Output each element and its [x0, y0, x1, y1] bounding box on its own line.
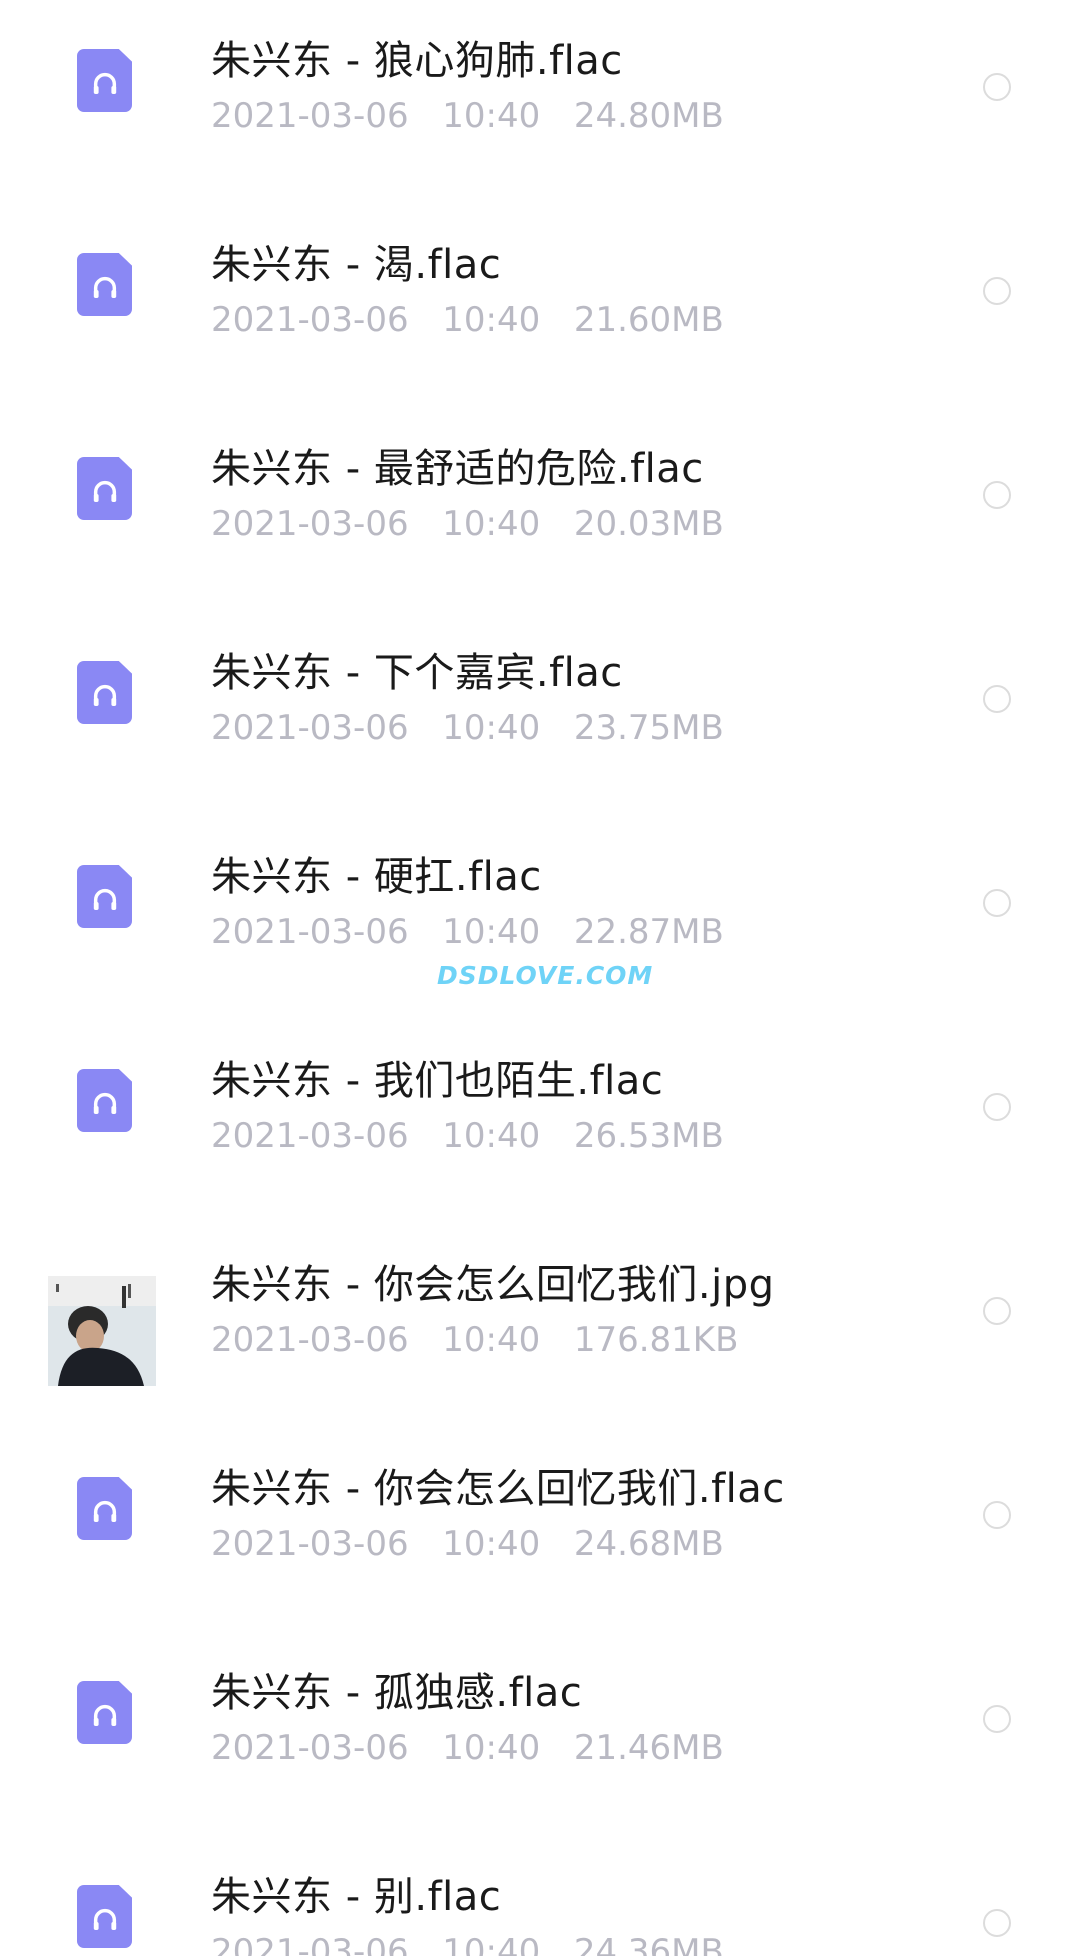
- file-meta: 2021-03-06 10:40 24.80MB: [211, 96, 724, 136]
- file-size: 176.81KB: [573, 1320, 739, 1360]
- file-date: 2021-03-06: [211, 1116, 409, 1156]
- file-name: 朱兴东 - 最舒适的危险.flac: [211, 446, 704, 492]
- select-radio[interactable]: [983, 277, 1011, 305]
- headphones-icon: [89, 266, 121, 304]
- file-time: 10:40: [442, 912, 541, 952]
- file-size: 23.75MB: [573, 708, 724, 748]
- file-row[interactable]: 朱兴东 - 你会怎么回忆我们.jpg 2021-03-06 10:40 176.8…: [0, 1224, 1080, 1428]
- select-radio[interactable]: [983, 73, 1011, 101]
- file-name: 朱兴东 - 孤独感.flac: [211, 1670, 583, 1716]
- file-time: 10:40: [442, 96, 541, 136]
- file-name: 朱兴东 - 别.flac: [211, 1874, 502, 1920]
- file-row[interactable]: 朱兴东 - 下个嘉宾.flac 2021-03-06 10:40 23.75MB: [0, 612, 1080, 816]
- headphones-icon: [89, 878, 121, 916]
- file-size: 26.53MB: [573, 1116, 724, 1156]
- file-size: 21.46MB: [573, 1728, 724, 1768]
- audio-file-icon: [77, 49, 132, 112]
- file-time: 10:40: [442, 1524, 541, 1564]
- select-radio[interactable]: [983, 1093, 1011, 1121]
- file-date: 2021-03-06: [211, 708, 409, 748]
- album-cover-thumbnail: [48, 1276, 156, 1386]
- headphones-icon: [89, 470, 121, 508]
- file-row[interactable]: 朱兴东 - 渴.flac 2021-03-06 10:40 21.60MB: [0, 204, 1080, 408]
- file-date: 2021-03-06: [211, 300, 409, 340]
- file-name: 朱兴东 - 你会怎么回忆我们.jpg: [211, 1262, 775, 1308]
- file-meta: 2021-03-06 10:40 20.03MB: [211, 504, 724, 544]
- headphones-icon: [89, 1694, 121, 1732]
- file-meta: 2021-03-06 10:40 24.68MB: [211, 1524, 724, 1564]
- audio-file-icon: [77, 865, 132, 928]
- file-date: 2021-03-06: [211, 504, 409, 544]
- file-meta: 2021-03-06 10:40 176.81KB: [211, 1320, 738, 1360]
- file-name: 朱兴东 - 我们也陌生.flac: [211, 1058, 664, 1104]
- file-name: 朱兴东 - 硬扛.flac: [211, 854, 542, 900]
- file-meta: 2021-03-06 10:40 23.75MB: [211, 708, 724, 748]
- file-name: 朱兴东 - 狼心狗肺.flac: [211, 38, 623, 84]
- file-date: 2021-03-06: [211, 1728, 409, 1768]
- watermark: DSDLOVE.COM: [437, 961, 654, 990]
- file-time: 10:40: [442, 504, 541, 544]
- file-meta: 2021-03-06 10:40 26.53MB: [211, 1116, 724, 1156]
- file-time: 10:40: [442, 1932, 541, 1956]
- select-radio[interactable]: [983, 889, 1011, 917]
- audio-file-icon: [77, 253, 132, 316]
- audio-file-icon: [77, 1069, 132, 1132]
- headphones-icon: [89, 674, 121, 712]
- audio-file-icon: [77, 661, 132, 724]
- file-name: 朱兴东 - 渴.flac: [211, 242, 502, 288]
- headphones-icon: [89, 1898, 121, 1936]
- file-meta: 2021-03-06 10:40 24.36MB: [211, 1932, 724, 1956]
- file-size: 21.60MB: [573, 300, 724, 340]
- file-date: 2021-03-06: [211, 96, 409, 136]
- file-time: 10:40: [442, 708, 541, 748]
- file-meta: 2021-03-06 10:40 22.87MB: [211, 912, 724, 952]
- headphones-icon: [89, 62, 121, 100]
- select-radio[interactable]: [983, 1297, 1011, 1325]
- file-row[interactable]: 朱兴东 - 狼心狗肺.flac 2021-03-06 10:40 24.80MB: [0, 0, 1080, 204]
- file-size: 24.80MB: [573, 96, 724, 136]
- file-time: 10:40: [442, 1116, 541, 1156]
- file-time: 10:40: [442, 1320, 541, 1360]
- select-radio[interactable]: [983, 685, 1011, 713]
- select-radio[interactable]: [983, 1909, 1011, 1937]
- file-size: 24.68MB: [573, 1524, 724, 1564]
- select-radio[interactable]: [983, 1705, 1011, 1733]
- file-row[interactable]: 朱兴东 - 我们也陌生.flac 2021-03-06 10:40 26.53MB: [0, 1020, 1080, 1224]
- file-time: 10:40: [442, 300, 541, 340]
- file-size: 20.03MB: [573, 504, 724, 544]
- file-name: 朱兴东 - 下个嘉宾.flac: [211, 650, 623, 696]
- file-row[interactable]: 朱兴东 - 别.flac 2021-03-06 10:40 24.36MB: [0, 1836, 1080, 1956]
- file-date: 2021-03-06: [211, 1320, 409, 1360]
- select-radio[interactable]: [983, 1501, 1011, 1529]
- file-meta: 2021-03-06 10:40 21.46MB: [211, 1728, 724, 1768]
- audio-file-icon: [77, 1681, 132, 1744]
- file-meta: 2021-03-06 10:40 21.60MB: [211, 300, 724, 340]
- file-date: 2021-03-06: [211, 1524, 409, 1564]
- audio-file-icon: [77, 457, 132, 520]
- file-row[interactable]: 朱兴东 - 你会怎么回忆我们.flac 2021-03-06 10:40 24.6…: [0, 1428, 1080, 1632]
- file-row[interactable]: 朱兴东 - 孤独感.flac 2021-03-06 10:40 21.46MB: [0, 1632, 1080, 1836]
- file-size: 24.36MB: [573, 1932, 724, 1956]
- select-radio[interactable]: [983, 481, 1011, 509]
- file-size: 22.87MB: [573, 912, 724, 952]
- file-row[interactable]: 朱兴东 - 最舒适的危险.flac 2021-03-06 10:40 20.03M…: [0, 408, 1080, 612]
- file-date: 2021-03-06: [211, 1932, 409, 1956]
- headphones-icon: [89, 1082, 121, 1120]
- file-name: 朱兴东 - 你会怎么回忆我们.flac: [211, 1466, 785, 1512]
- headphones-icon: [89, 1490, 121, 1528]
- file-time: 10:40: [442, 1728, 541, 1768]
- audio-file-icon: [77, 1885, 132, 1948]
- audio-file-icon: [77, 1477, 132, 1540]
- file-date: 2021-03-06: [211, 912, 409, 952]
